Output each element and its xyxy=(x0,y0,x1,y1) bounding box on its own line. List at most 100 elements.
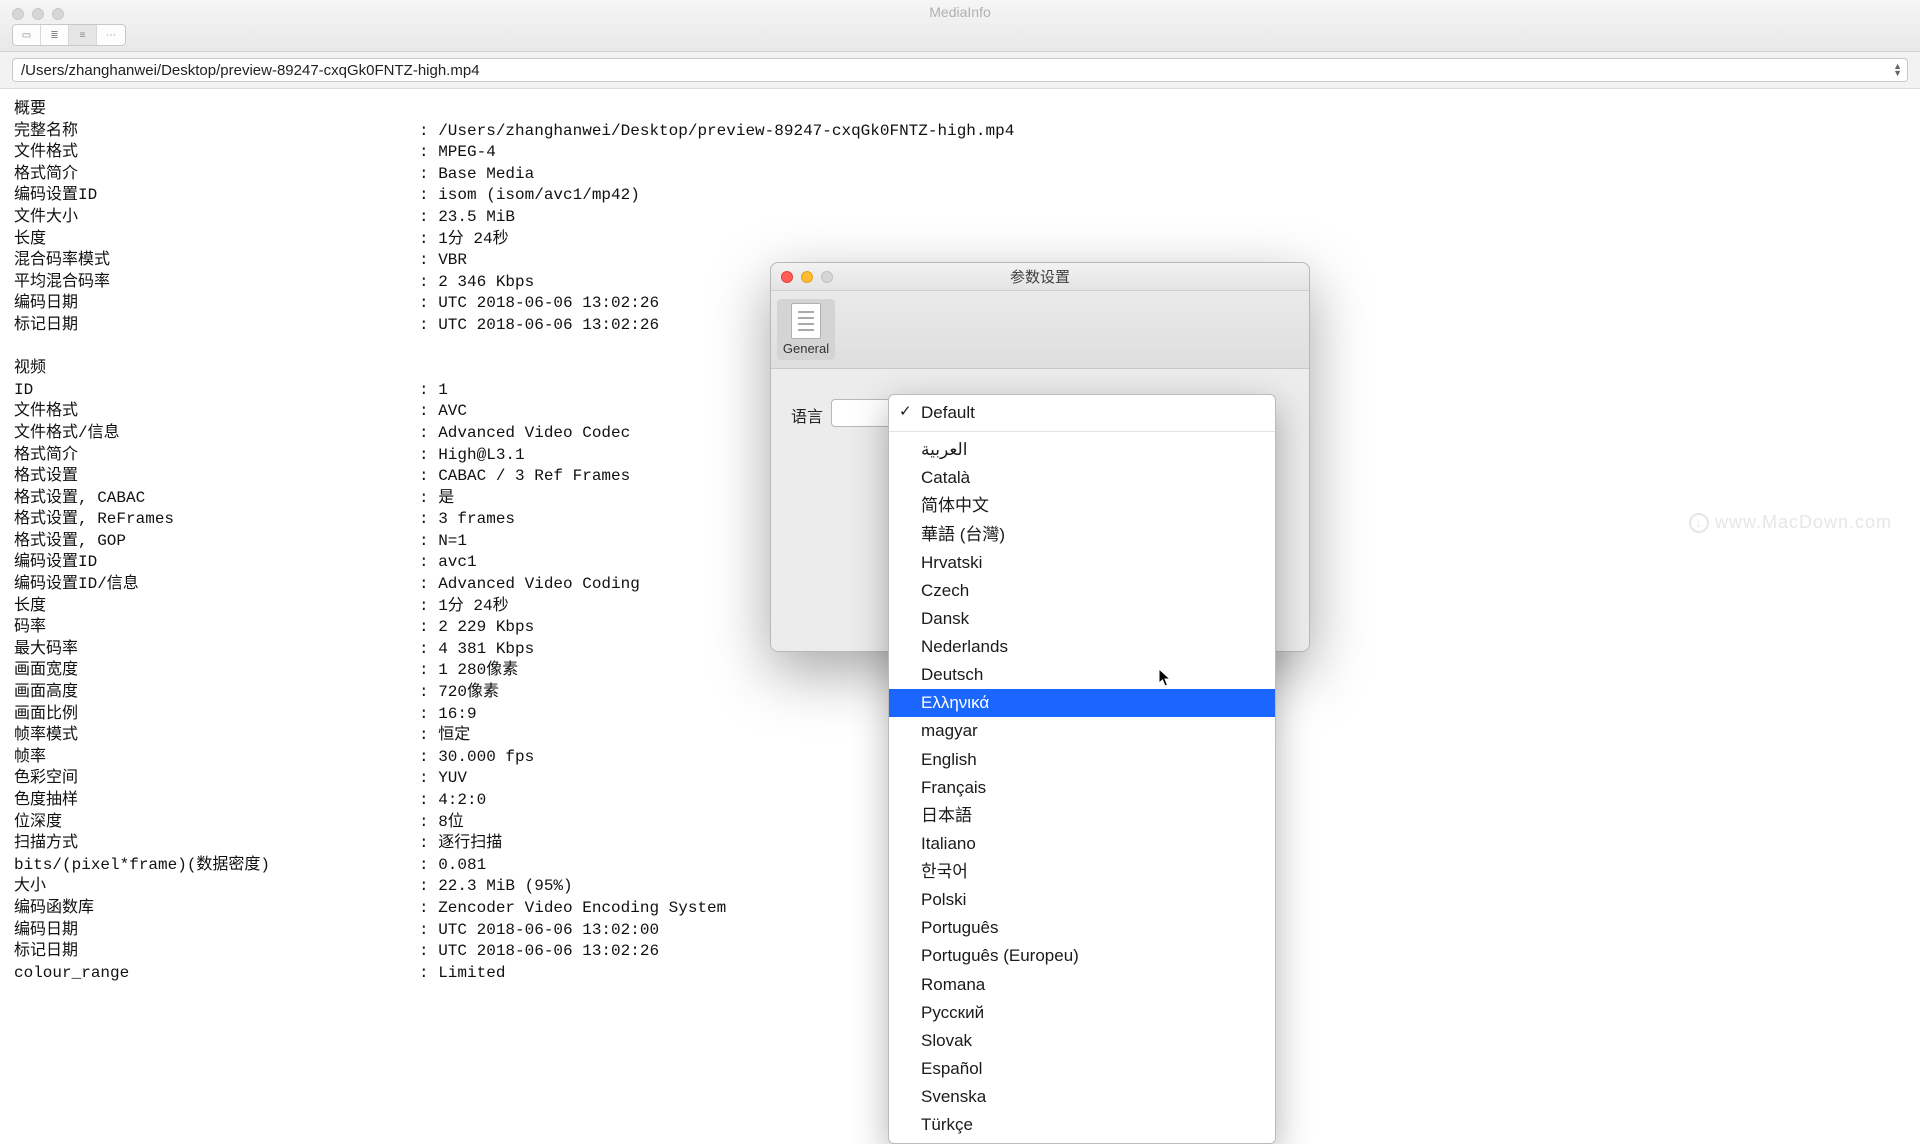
info-value: : 1 280像素 xyxy=(419,660,518,682)
info-label: 长度 xyxy=(14,596,419,618)
info-label: 画面比例 xyxy=(14,704,419,726)
language-option[interactable]: Hrvatski xyxy=(889,549,1275,577)
info-value: : avc1 xyxy=(419,552,477,574)
info-label: 最大码率 xyxy=(14,639,419,661)
language-option[interactable]: Czech xyxy=(889,577,1275,605)
info-label: 编码设置ID xyxy=(14,185,419,207)
info-label: 混合码率模式 xyxy=(14,250,419,272)
info-label: 文件大小 xyxy=(14,207,419,229)
info-label: 编码设置ID/信息 xyxy=(14,574,419,596)
path-bar: ▲▼ xyxy=(0,52,1920,89)
info-label: 编码设置ID xyxy=(14,552,419,574)
info-label: 画面高度 xyxy=(14,682,419,704)
path-stepper-icon[interactable]: ▲▼ xyxy=(1893,63,1902,77)
info-row: 长度: 1分 24秒 xyxy=(14,229,1906,251)
language-option[interactable]: Français xyxy=(889,774,1275,802)
dropdown-separator xyxy=(889,431,1275,432)
info-value: : 2 229 Kbps xyxy=(419,617,534,639)
info-row: 格式简介: Base Media xyxy=(14,164,1906,186)
language-option[interactable]: العربية xyxy=(889,436,1275,464)
info-value: : 恒定 xyxy=(419,725,470,747)
minimize-icon[interactable] xyxy=(32,8,44,20)
close-icon[interactable] xyxy=(12,8,24,20)
info-value: : MPEG-4 xyxy=(419,142,496,164)
info-label: bits/(pixel*frame)(数据密度) xyxy=(14,855,419,877)
info-value: : 4:2:0 xyxy=(419,790,486,812)
language-option[interactable]: Romana xyxy=(889,971,1275,999)
info-value: : UTC 2018-06-06 13:02:00 xyxy=(419,920,659,942)
info-label: 码率 xyxy=(14,617,419,639)
download-icon xyxy=(1689,513,1709,533)
main-titlebar: MediaInfo ▭ ≣ ≡ ⋯ xyxy=(0,0,1920,52)
language-option[interactable]: Default xyxy=(889,399,1275,427)
language-option[interactable]: Ελληνικά xyxy=(889,689,1275,717)
info-value: : N=1 xyxy=(419,531,467,553)
language-option[interactable]: magyar xyxy=(889,717,1275,745)
language-option[interactable]: 한국어 xyxy=(889,858,1275,886)
file-path-input[interactable] xyxy=(12,58,1908,82)
language-option[interactable]: Italiano xyxy=(889,830,1275,858)
language-option[interactable]: English xyxy=(889,746,1275,774)
info-value: : 2 346 Kbps xyxy=(419,272,534,294)
info-label: 格式设置, CABAC xyxy=(14,488,419,510)
info-label: 画面宽度 xyxy=(14,660,419,682)
info-label: 完整名称 xyxy=(14,121,419,143)
language-option[interactable]: 简体中文 xyxy=(889,492,1275,520)
language-option[interactable]: Slovak xyxy=(889,1027,1275,1055)
info-label: 文件格式/信息 xyxy=(14,423,419,445)
info-label: 文件格式 xyxy=(14,142,419,164)
language-option[interactable]: Português (Europeu) xyxy=(889,942,1275,970)
info-label: 格式设置, ReFrames xyxy=(14,509,419,531)
language-option[interactable]: Español xyxy=(889,1055,1275,1083)
info-value: : 1分 24秒 xyxy=(419,229,509,251)
info-value: : YUV xyxy=(419,768,467,790)
info-label: 扫描方式 xyxy=(14,833,419,855)
info-value: : Zencoder Video Encoding System xyxy=(419,898,726,920)
info-label: 平均混合码率 xyxy=(14,272,419,294)
close-icon[interactable] xyxy=(781,271,793,283)
zoom-icon xyxy=(821,271,833,283)
language-option[interactable]: Polski xyxy=(889,886,1275,914)
tab-general-label: General xyxy=(779,341,833,356)
info-label: colour_range xyxy=(14,963,419,985)
info-label: 帧率模式 xyxy=(14,725,419,747)
info-label: ID xyxy=(14,380,419,402)
info-label: 文件格式 xyxy=(14,401,419,423)
view-mode-segmented[interactable]: ▭ ≣ ≡ ⋯ xyxy=(12,24,126,46)
info-value: : UTC 2018-06-06 13:02:26 xyxy=(419,941,659,963)
language-option[interactable]: Català xyxy=(889,464,1275,492)
zoom-icon[interactable] xyxy=(52,8,64,20)
info-label: 格式简介 xyxy=(14,164,419,186)
info-value: : Base Media xyxy=(419,164,534,186)
prefs-titlebar: 参数设置 xyxy=(771,263,1309,291)
language-option[interactable]: Türkçe xyxy=(889,1111,1275,1139)
info-label: 编码日期 xyxy=(14,293,419,315)
language-option[interactable]: Nederlands xyxy=(889,633,1275,661)
info-value: : UTC 2018-06-06 13:02:26 xyxy=(419,293,659,315)
language-option[interactable]: Português xyxy=(889,914,1275,942)
view-seg-3[interactable]: ≡ xyxy=(69,25,97,45)
language-option[interactable]: Dansk xyxy=(889,605,1275,633)
prefs-toolbar: General xyxy=(771,291,1309,369)
info-value: : 逐行扫描 xyxy=(419,833,502,855)
language-option[interactable]: 華語 (台灣) xyxy=(889,521,1275,549)
language-option[interactable]: Deutsch xyxy=(889,661,1275,689)
info-value: : 720像素 xyxy=(419,682,499,704)
info-label: 编码函数库 xyxy=(14,898,419,920)
view-seg-2[interactable]: ≣ xyxy=(41,25,69,45)
tab-general[interactable]: General xyxy=(777,299,835,360)
view-seg-4[interactable]: ⋯ xyxy=(97,25,125,45)
info-label: 标记日期 xyxy=(14,941,419,963)
info-label: 长度 xyxy=(14,229,419,251)
language-dropdown[interactable]: Default العربيةCatalà简体中文華語 (台灣)HrvatskiC… xyxy=(888,394,1276,1144)
info-label: 格式设置, GOP xyxy=(14,531,419,553)
view-seg-1[interactable]: ▭ xyxy=(13,25,41,45)
info-label: 帧率 xyxy=(14,747,419,769)
info-value: : 3 frames xyxy=(419,509,515,531)
language-option[interactable]: 日本語 xyxy=(889,802,1275,830)
info-value: : CABAC / 3 Ref Frames xyxy=(419,466,630,488)
minimize-icon[interactable] xyxy=(801,271,813,283)
info-value: : 30.000 fps xyxy=(419,747,534,769)
language-option[interactable]: Svenska xyxy=(889,1083,1275,1111)
language-option[interactable]: Русский xyxy=(889,999,1275,1027)
